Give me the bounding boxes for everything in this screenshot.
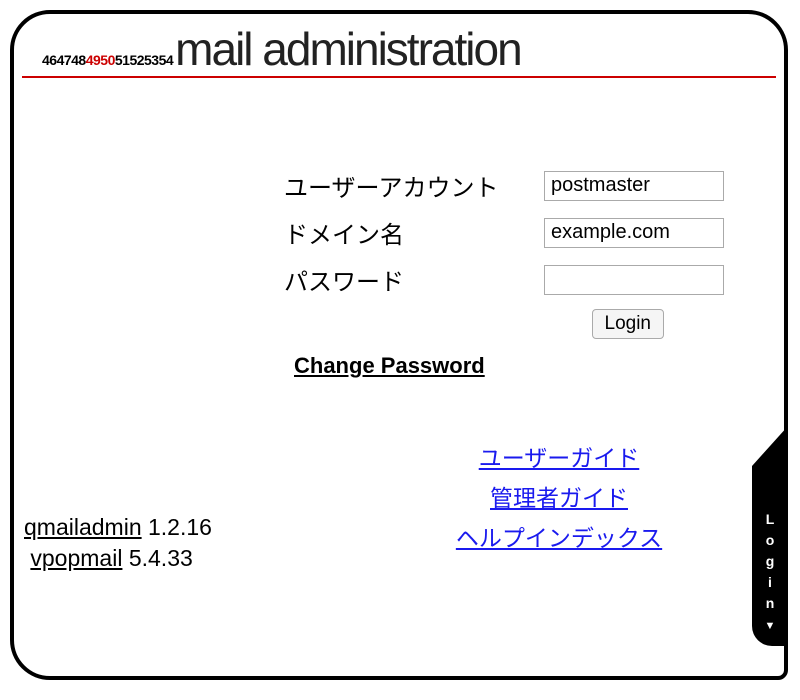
password-row: パスワード bbox=[284, 262, 724, 297]
chevron-down-icon: ▼ bbox=[765, 620, 776, 632]
footer-versions: qmailadmin 1.2.16 vpopmail 5.4.33 bbox=[24, 514, 212, 576]
password-input[interactable] bbox=[544, 265, 724, 295]
user-row: ユーザーアカウント bbox=[284, 168, 724, 203]
domain-row: ドメイン名 bbox=[284, 215, 724, 250]
help-index-link[interactable]: ヘルプインデックス bbox=[394, 519, 724, 553]
side-login-tab[interactable]: Login ▼ bbox=[752, 466, 788, 646]
main-frame: 464748495051525354 mail administration ユ… bbox=[10, 10, 788, 680]
login-form: ユーザーアカウント ドメイン名 パスワード bbox=[284, 168, 724, 297]
change-password-link[interactable]: Change Password bbox=[294, 353, 724, 379]
domain-input[interactable] bbox=[544, 218, 724, 248]
vpopmail-version: 5.4.33 bbox=[129, 545, 193, 571]
qmailadmin-row: qmailadmin 1.2.16 bbox=[24, 514, 212, 541]
domain-label: ドメイン名 bbox=[284, 215, 544, 250]
user-input[interactable] bbox=[544, 171, 724, 201]
side-tab-label: Login bbox=[762, 511, 778, 616]
page-title: mail administration bbox=[175, 22, 520, 76]
user-guide-link[interactable]: ユーザーガイド bbox=[394, 439, 724, 473]
password-label: パスワード bbox=[284, 262, 544, 297]
main-content: ユーザーアカウント ドメイン名 パスワード Login Change Passw… bbox=[14, 78, 784, 579]
user-label: ユーザーアカウント bbox=[284, 168, 544, 203]
header: 464748495051525354 mail administration bbox=[22, 14, 776, 78]
login-button[interactable]: Login bbox=[592, 309, 665, 339]
login-button-row: Login bbox=[34, 309, 664, 339]
admin-guide-link[interactable]: 管理者ガイド bbox=[394, 479, 724, 513]
logo-numbers: 464748495051525354 bbox=[42, 52, 173, 68]
logo-suffix: 51525354 bbox=[115, 52, 173, 68]
help-links: ユーザーガイド 管理者ガイド ヘルプインデックス bbox=[394, 439, 724, 553]
logo-red: 4950 bbox=[86, 52, 115, 68]
qmailadmin-version: 1.2.16 bbox=[148, 514, 212, 540]
logo-prefix: 464748 bbox=[42, 52, 86, 68]
vpopmail-row: vpopmail 5.4.33 bbox=[24, 545, 212, 572]
vpopmail-link[interactable]: vpopmail bbox=[30, 545, 122, 571]
qmailadmin-link[interactable]: qmailadmin bbox=[24, 514, 142, 540]
